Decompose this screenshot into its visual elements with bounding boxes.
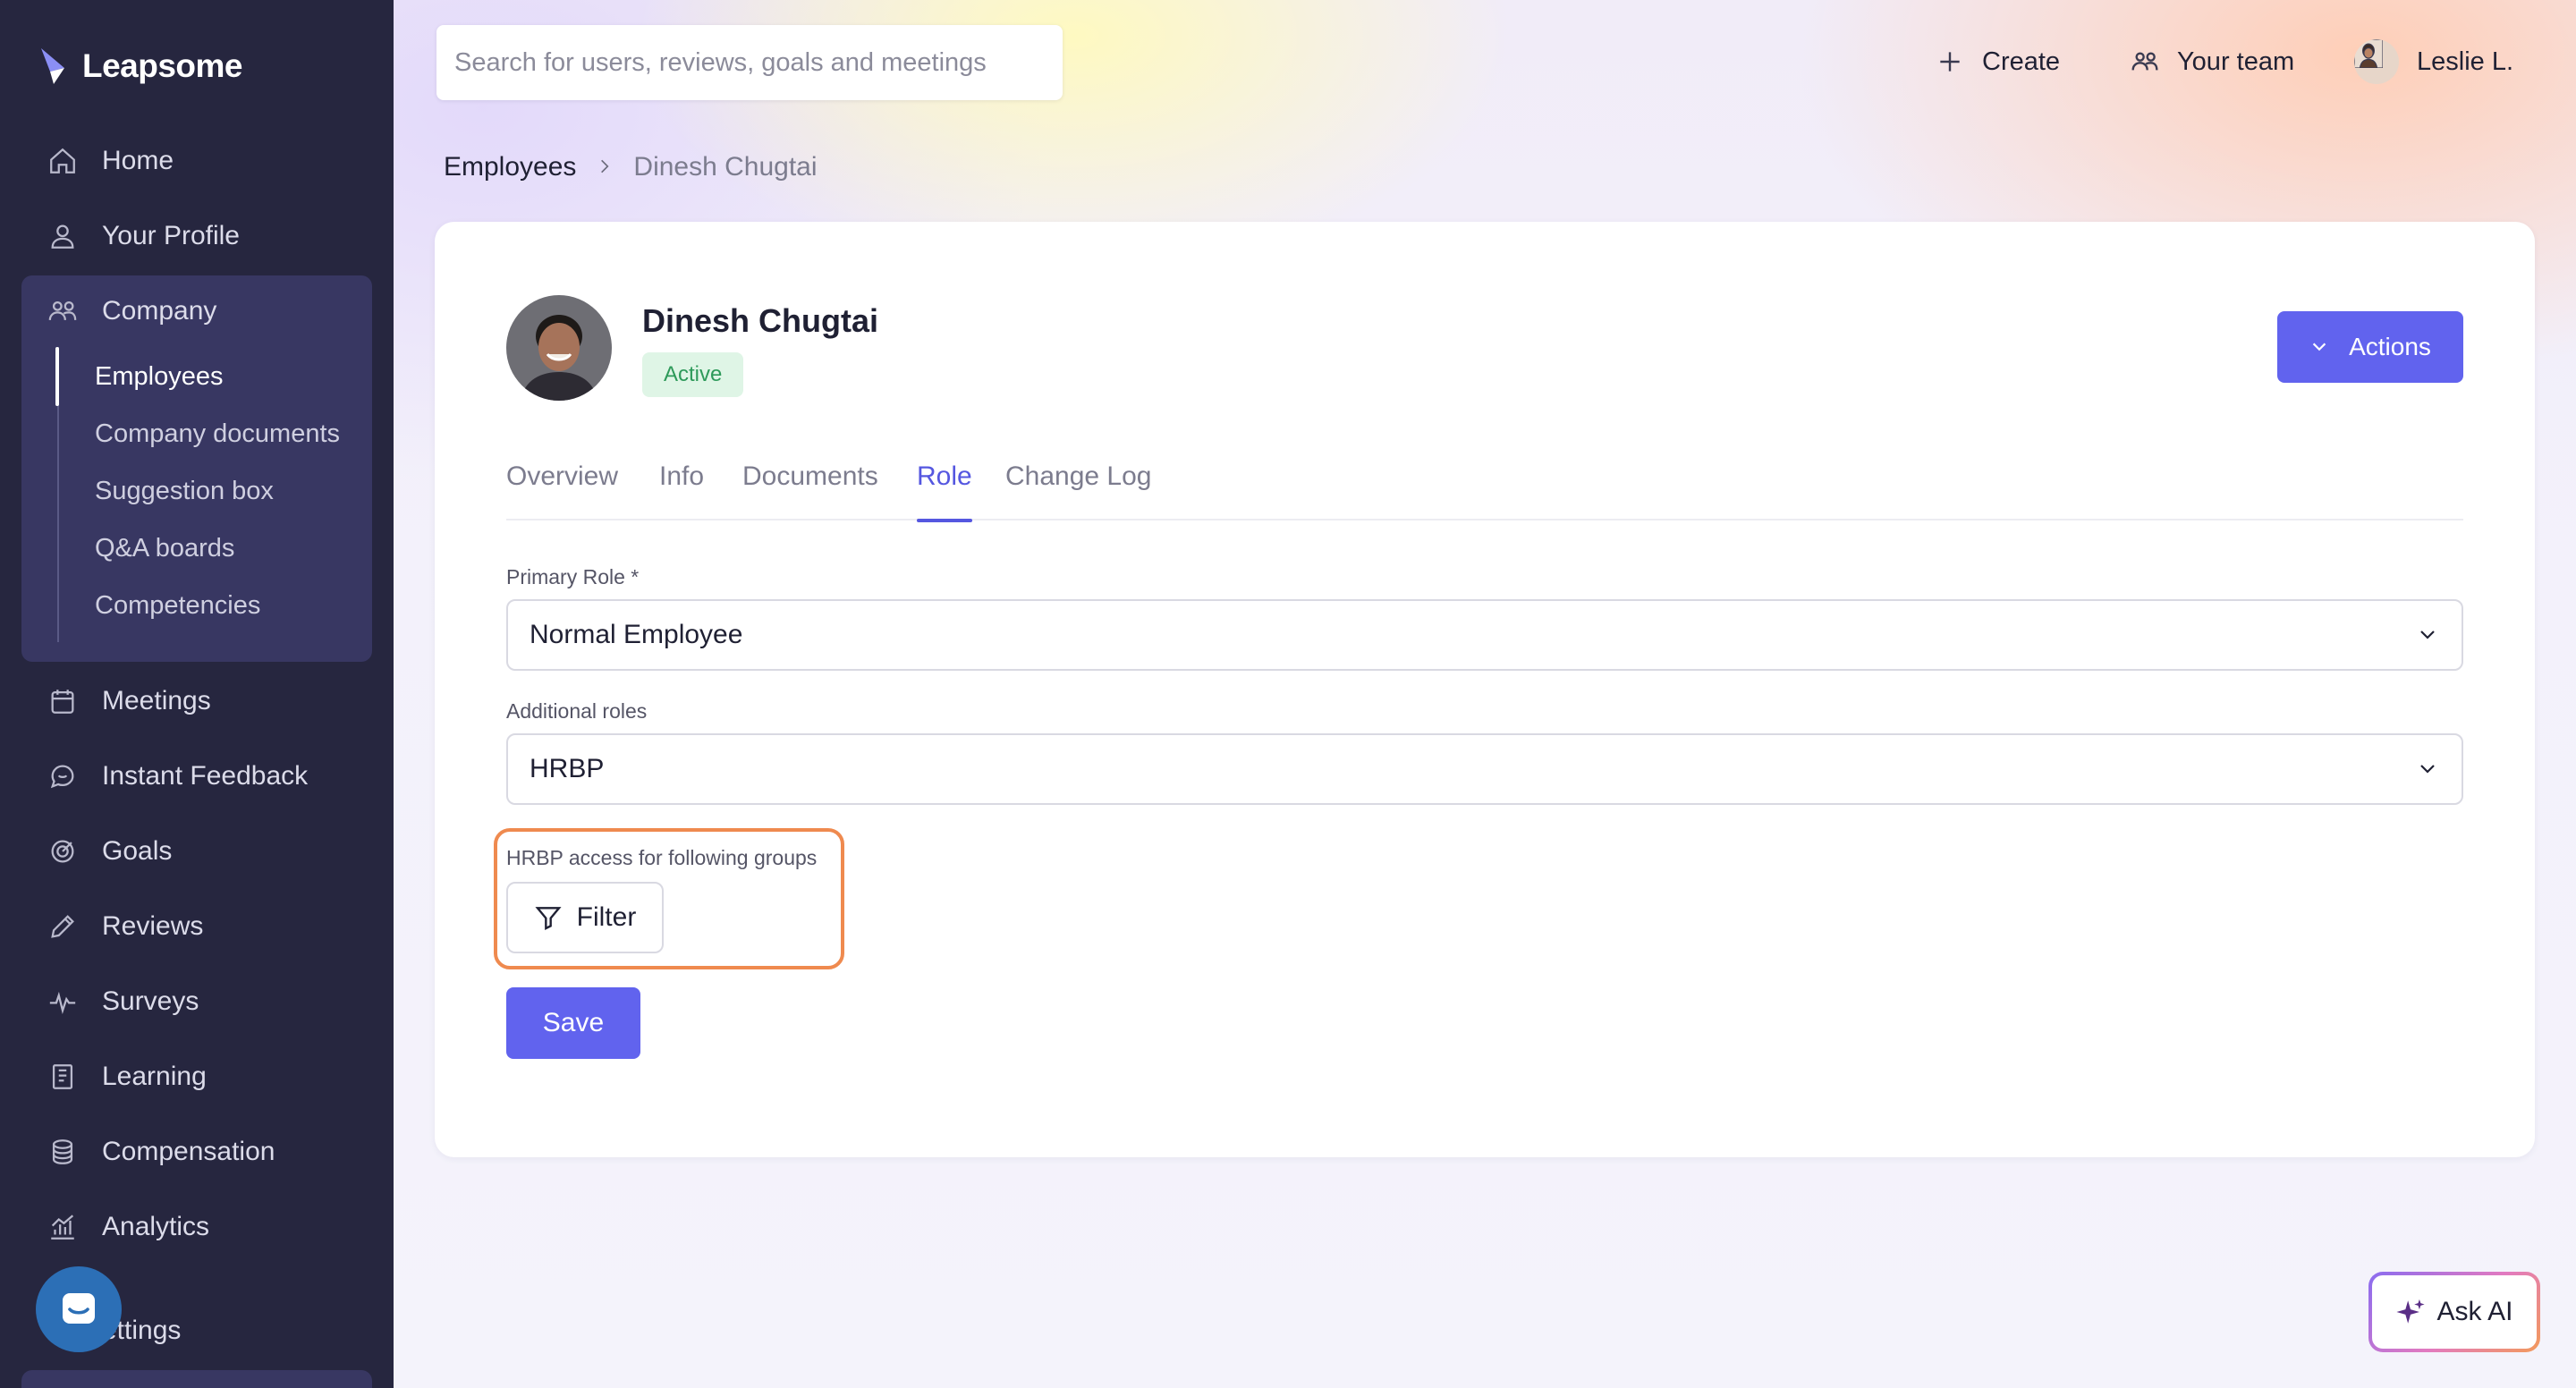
filter-button[interactable]: Filter xyxy=(506,882,664,953)
sparkle-icon xyxy=(2396,1299,2426,1324)
subnav-item-suggestion-box[interactable]: Suggestion box xyxy=(95,462,274,520)
actions-button[interactable]: Actions xyxy=(2277,311,2463,383)
sidebar-item-label: Compensation xyxy=(102,1137,275,1166)
coins-icon xyxy=(47,1136,79,1168)
employee-avatar xyxy=(506,295,612,401)
sidebar-item-label: Instant Feedback xyxy=(102,761,309,791)
chevron-down-icon xyxy=(2312,343,2326,351)
sidebar-item-your-profile[interactable]: Your Profile xyxy=(21,204,372,268)
sidebar: Leapsome Home Your Profile Company Emplo… xyxy=(0,0,394,1388)
sidebar-item-company[interactable]: Company xyxy=(21,279,372,343)
employee-card: Dinesh Chugtai Active Actions Overview I… xyxy=(435,222,2535,1157)
sidebar-item-label: Reviews xyxy=(102,911,204,941)
additional-roles-label: Additional roles xyxy=(506,699,648,723)
chevron-right-icon xyxy=(596,152,614,182)
hrbp-access-label: HRBP access for following groups xyxy=(506,846,818,869)
primary-role-select[interactable]: Normal Employee xyxy=(506,599,2463,671)
chevron-down-icon xyxy=(2420,631,2435,639)
filter-icon xyxy=(535,907,562,930)
profile-tabs: Overview Info Documents Role Change Log xyxy=(506,456,2463,522)
company-section: Company Employees Company documents Sugg… xyxy=(21,275,372,662)
create-button[interactable]: Create xyxy=(1936,36,2060,88)
user-menu[interactable]: Leslie L. xyxy=(2354,36,2513,88)
create-label: Create xyxy=(1982,47,2061,76)
chat-widget-icon xyxy=(63,1293,95,1324)
sidebar-item-surveys[interactable]: Surveys xyxy=(21,969,372,1034)
sidebar-item-goals[interactable]: Goals xyxy=(21,819,372,884)
subnav-item-qa-boards[interactable]: Q&A boards xyxy=(95,520,234,577)
primary-role-label: Primary Role * xyxy=(506,565,640,588)
sidebar-item-label: Learning xyxy=(102,1062,207,1091)
breadcrumb: Employees Dinesh Chugtai xyxy=(444,145,818,190)
sidebar-item-label: Company xyxy=(102,296,217,326)
sidebar-item-analytics[interactable]: Analytics xyxy=(21,1195,372,1259)
sidebar-item-label: Surveys xyxy=(102,986,199,1016)
sidebar-item-label: Your Profile xyxy=(102,221,240,250)
tab-overview[interactable]: Overview xyxy=(506,456,618,520)
your-team-label: Your team xyxy=(2177,47,2295,76)
breadcrumb-current: Dinesh Chugtai xyxy=(633,152,818,182)
pencil-icon xyxy=(47,910,79,943)
sidebar-item-instant-feedback[interactable]: Instant Feedback xyxy=(21,744,372,808)
actions-label: Actions xyxy=(2349,333,2431,360)
home-icon xyxy=(47,145,79,177)
book-icon xyxy=(47,1061,79,1093)
sidebar-item-learning[interactable]: Learning xyxy=(21,1045,372,1109)
chart-icon xyxy=(47,1211,79,1243)
tab-change-log[interactable]: Change Log xyxy=(1005,456,1151,520)
additional-roles-value: HRBP xyxy=(530,754,605,783)
user-name: Leslie L. xyxy=(2417,47,2514,76)
sidebar-item-label: Home xyxy=(102,146,174,175)
chevron-down-icon xyxy=(2420,765,2435,774)
leapsome-logo-icon xyxy=(41,48,64,84)
subnav-item-competencies[interactable]: Competencies xyxy=(95,577,260,634)
calendar-icon xyxy=(47,685,79,717)
save-button[interactable]: Save xyxy=(506,987,640,1059)
ask-ai-inner: Ask AI xyxy=(2372,1275,2537,1349)
your-team-button[interactable]: Your team xyxy=(2131,36,2294,88)
ask-ai-button[interactable]: Ask AI xyxy=(2368,1272,2540,1352)
users-icon xyxy=(47,295,79,327)
brand-name: Leapsome xyxy=(82,47,243,84)
tab-info[interactable]: Info xyxy=(659,456,704,520)
primary-role-value: Normal Employee xyxy=(530,620,743,649)
subnav-item-company-documents[interactable]: Company documents xyxy=(95,405,340,462)
global-search[interactable] xyxy=(436,25,1063,100)
subnav-item-employees[interactable]: Employees xyxy=(95,348,223,405)
sidebar-item-label: Meetings xyxy=(102,686,211,715)
status-badge: Active xyxy=(642,352,744,397)
user-avatar xyxy=(2354,39,2399,84)
tab-role[interactable]: Role xyxy=(917,456,972,522)
target-icon xyxy=(47,835,79,868)
team-icon xyxy=(2131,52,2158,71)
additional-roles-select[interactable]: HRBP xyxy=(506,733,2463,805)
pulse-icon xyxy=(47,986,79,1018)
sidebar-item-reviews[interactable]: Reviews xyxy=(21,894,372,959)
ask-ai-label: Ask AI xyxy=(2436,1297,2513,1326)
support-chat-button[interactable] xyxy=(36,1266,122,1352)
sidebar-item-home[interactable]: Home xyxy=(21,129,372,193)
filter-label: Filter xyxy=(576,902,637,932)
sidebar-bottom-item[interactable] xyxy=(21,1370,372,1388)
search-input[interactable] xyxy=(454,47,1063,78)
sidebar-item-label: Analytics xyxy=(102,1212,210,1241)
chat-icon xyxy=(47,760,79,792)
subnav-active-indicator xyxy=(55,347,59,406)
sidebar-item-meetings[interactable]: Meetings xyxy=(21,669,372,733)
sidebar-item-compensation[interactable]: Compensation xyxy=(21,1120,372,1184)
sidebar-item-label: Goals xyxy=(102,836,173,866)
brand-logo[interactable]: Leapsome xyxy=(38,39,243,93)
plus-icon xyxy=(1940,52,1960,72)
breadcrumb-employees[interactable]: Employees xyxy=(444,152,576,182)
employee-name: Dinesh Chugtai xyxy=(642,302,879,339)
user-icon xyxy=(47,220,79,252)
tab-documents[interactable]: Documents xyxy=(742,456,878,520)
